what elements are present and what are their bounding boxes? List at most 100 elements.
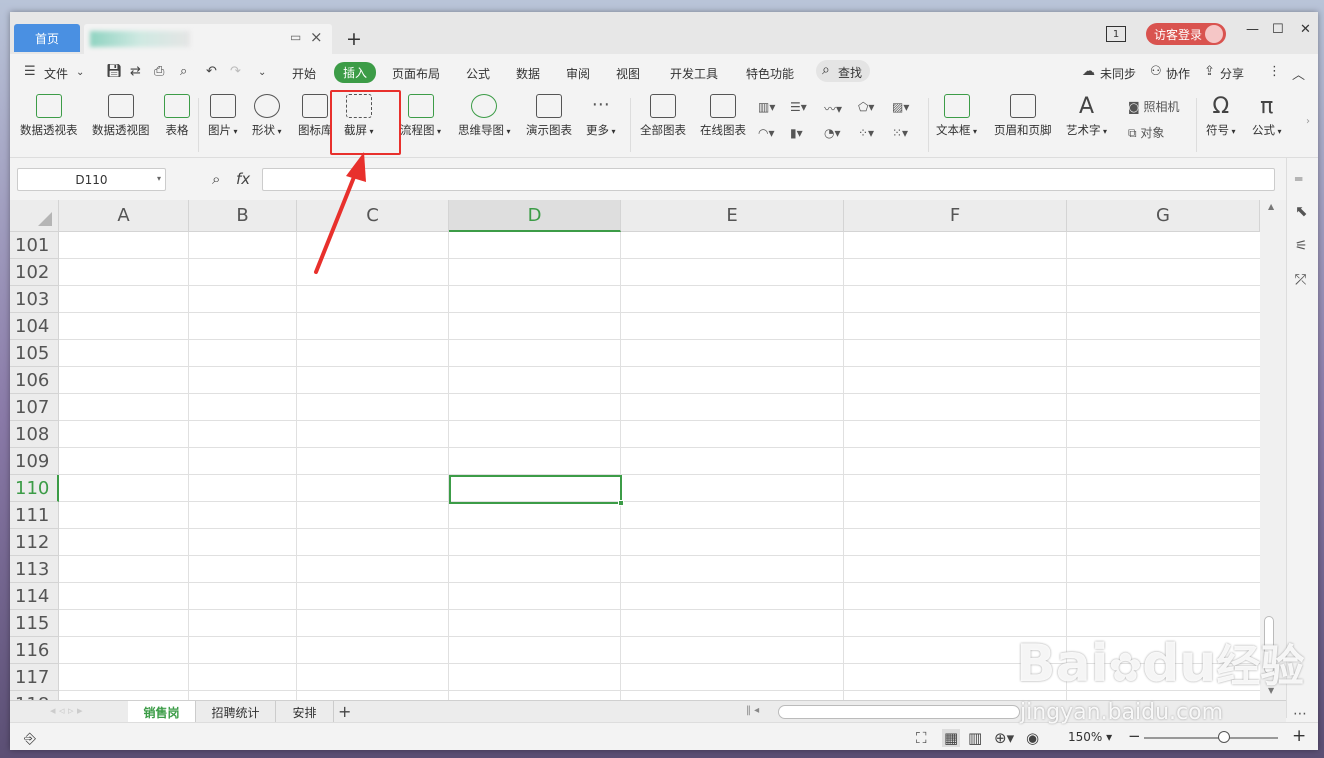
formula-button[interactable]: π 公式 ▾ [1252,94,1282,138]
print-icon[interactable]: ⎙ [154,64,164,79]
page-indicator[interactable]: 1 [1106,26,1126,42]
icon-library-button[interactable]: 图标库 [298,94,333,138]
row-header-103[interactable]: 103 [10,286,59,313]
line-chart-icon[interactable]: 〰▾ [824,100,842,117]
flowchart-button[interactable]: 流程图 ▾ [400,94,441,138]
bubble-chart-icon[interactable]: ⁙▾ [892,126,908,140]
zoom-search-icon[interactable]: ⌕ [212,170,220,188]
column-header-a[interactable]: A [59,200,189,232]
tab-start[interactable]: 开始 [292,65,316,82]
eye-protect-icon[interactable]: ◉ [1026,729,1039,747]
tab-review[interactable]: 审阅 [566,65,590,82]
select-all-corner[interactable] [10,200,59,232]
undo-icon[interactable]: ↶ [206,64,217,79]
new-tab-button[interactable]: + [346,28,362,50]
column-header-d[interactable]: D [449,200,621,232]
spreadsheet-grid[interactable]: ABCDEFG 101 102 103 104 105 106 107 108 109 110 11… [10,200,1260,700]
row-header-116[interactable]: 116 [10,637,59,664]
normal-view-icon[interactable]: ▦ [942,729,961,747]
more-vertical-icon[interactable]: ⋮ [1268,64,1281,79]
row-header-104[interactable]: 104 [10,313,59,340]
zoom-slider-knob[interactable] [1218,731,1230,743]
formula-input[interactable] [262,168,1275,191]
mindmap-button[interactable]: 思维导图 ▾ [458,94,511,138]
column-header-g[interactable]: G [1067,200,1260,232]
menu-file[interactable]: 文件 [44,65,68,82]
demo-chart-button[interactable]: 演示图表 [526,94,572,138]
table-button[interactable]: 表格 [164,94,190,138]
search-box[interactable]: ⌕ 查找 [816,60,870,82]
scroll-left-icon[interactable]: ‖ ◂ [746,705,759,716]
zoom-in-button[interactable]: + [1292,726,1306,746]
area-chart-icon[interactable]: ◠▾ [758,126,775,140]
collab-button[interactable]: 协作 [1166,65,1190,82]
transform-icon[interactable]: ⤱ [1295,272,1306,288]
pivot-chart-button[interactable]: 数据透视图 [92,94,150,138]
tab-formula[interactable]: 公式 [466,65,490,82]
export-icon[interactable]: ⇄ [130,64,141,79]
bar-h-chart-icon[interactable]: ☰▾ [790,100,807,114]
row-header-105[interactable]: 105 [10,340,59,367]
online-charts-button[interactable]: 在线图表 [700,94,746,138]
camera-button[interactable]: ◙ 照相机 [1128,98,1179,115]
fullscreen-icon[interactable]: ⛶ [916,729,927,747]
stock-chart-icon[interactable]: ▮▾ [790,126,803,140]
combo-chart-icon[interactable]: ▨▾ [892,100,909,114]
selected-cell-d110[interactable] [449,475,624,506]
sheet-tab-arrange[interactable]: 安排 [276,701,334,723]
row-header-115[interactable]: 115 [10,610,59,637]
chevron-down-icon[interactable]: ▾ [157,174,161,183]
add-sheet-button[interactable]: + [338,702,351,721]
textbox-button[interactable]: 文本框 ▾ [936,94,977,138]
column-chart-icon[interactable]: ▥▾ [758,100,775,114]
save-icon[interactable]: 💾︎ [106,64,123,79]
picture-button[interactable]: 图片 ▾ [208,94,238,138]
shape-button[interactable]: 形状 ▾ [252,94,282,138]
scroll-up-icon[interactable]: ▲ [1268,202,1274,211]
row-header-110[interactable]: 110 [10,475,59,502]
column-header-b[interactable]: B [189,200,297,232]
tab-home[interactable]: 首页 [14,24,80,52]
row-header-114[interactable]: 114 [10,583,59,610]
macro-record-icon[interactable]: ⎆ [24,729,36,747]
fx-icon[interactable]: fx [236,170,250,188]
tab-document[interactable]: ▭ × [84,24,332,54]
zoom-out-button[interactable]: − [1128,727,1141,745]
radar-chart-icon[interactable]: ⬠▾ [858,100,874,114]
ribbon-scroll-right-icon[interactable]: › [1306,116,1310,127]
row-header-106[interactable]: 106 [10,367,59,394]
row-header-117[interactable]: 117 [10,664,59,691]
tab-insert[interactable]: 插入 [334,62,377,83]
zoom-slider-track[interactable] [1144,737,1278,739]
row-header-113[interactable]: 113 [10,556,59,583]
page-layout-view-icon[interactable]: ⊕▾ [994,729,1014,747]
header-footer-button[interactable]: 页眉和页脚 [994,94,1052,138]
chevron-down-icon[interactable]: ⌄ [76,67,84,78]
symbol-button[interactable]: Ω 符号 ▾ [1206,94,1236,138]
quick-access-more-icon[interactable]: ⌄ [258,67,266,78]
row-header-118[interactable]: 118 [10,691,59,700]
column-header-f[interactable]: F [844,200,1067,232]
minimize-button[interactable]: — [1246,22,1259,37]
panel-handle-icon[interactable]: ═ [1295,172,1302,186]
sheet-nav-icon[interactable]: ◂ ◃ ▹ ▸ [50,704,83,717]
page-break-view-icon[interactable]: ▥ [968,729,982,747]
more-horizontal-icon[interactable]: ⋯ [1293,706,1307,722]
fill-handle[interactable] [618,500,624,506]
preview-icon[interactable]: ⌕ [180,64,187,79]
sheet-tab-sales[interactable]: 销售岗 [128,701,196,723]
sync-status[interactable]: 未同步 [1100,65,1136,82]
pie-chart-icon[interactable]: ◔▾ [824,126,841,140]
collapse-ribbon-icon[interactable]: ︿ [1292,64,1305,83]
tab-data[interactable]: 数据 [516,65,540,82]
object-button[interactable]: ⧉ 对象 [1128,124,1164,141]
name-box[interactable]: D110 ▾ [17,168,166,191]
tab-close-icon[interactable]: × [310,28,323,46]
select-cursor-icon[interactable]: ⬉ [1295,202,1308,220]
row-header-109[interactable]: 109 [10,448,59,475]
horizontal-scroll-thumb[interactable] [778,705,1020,719]
row-header-108[interactable]: 108 [10,421,59,448]
maximize-button[interactable]: ☐ [1272,22,1284,37]
wordart-button[interactable]: A 艺术字 ▾ [1066,94,1107,138]
column-header-e[interactable]: E [621,200,844,232]
